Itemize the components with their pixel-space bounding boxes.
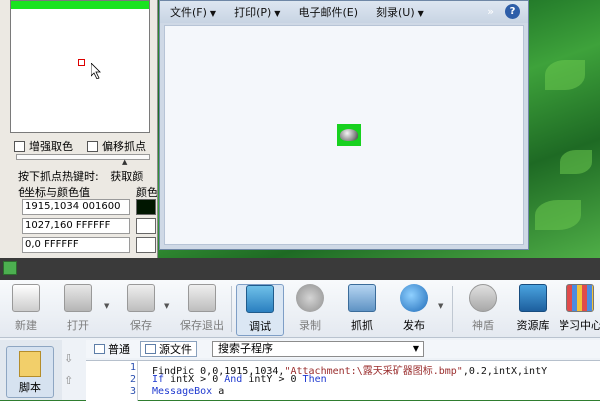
script-icon — [19, 351, 41, 377]
menu-overflow-icon[interactable]: » — [487, 5, 494, 18]
toolbar-separator — [231, 286, 232, 332]
debug-icon — [246, 285, 274, 313]
title-strip — [0, 258, 600, 280]
library-icon — [519, 284, 547, 312]
open-dropdown-icon[interactable]: ▼ — [104, 302, 109, 310]
left-sidebar: 脚本 — [0, 340, 62, 400]
color-swatch — [136, 199, 156, 215]
checkbox-box[interactable] — [14, 140, 25, 152]
move-down-icon[interactable]: ⇩ — [64, 348, 73, 370]
checkbox-box[interactable] — [87, 140, 98, 152]
code-line[interactable]: MessageBox a — [152, 386, 224, 398]
toolbar-separator — [452, 286, 453, 332]
magnified-green-strip — [11, 1, 149, 9]
image-canvas — [164, 25, 524, 245]
color-swatch — [136, 218, 156, 234]
menu-print[interactable]: 打印(P) ▼ — [234, 4, 280, 20]
chevron-down-icon[interactable]: ▼ — [413, 342, 419, 356]
publish-button[interactable]: 发布 — [396, 284, 432, 336]
learning-center-icon — [566, 284, 594, 312]
leaf-decoration — [545, 60, 585, 90]
color-swatch — [136, 237, 156, 253]
resource-library-button[interactable]: 资源库 — [512, 284, 554, 336]
learning-center-button[interactable]: 学习中心 — [560, 284, 600, 336]
grab-button[interactable]: 抓抓 — [344, 284, 380, 336]
checkbox-label: 偏移抓点 — [102, 140, 146, 153]
save-button[interactable]: 保存 — [124, 284, 158, 336]
grab-hand-icon — [348, 284, 376, 312]
save-disk-icon — [127, 284, 155, 312]
color-picker-panel: 增强取色 偏移抓点 ▲ 按下抓点热键时: 获取颜色 坐标与颜色值 颜色 1915… — [0, 0, 158, 258]
main-toolbar: 新建 打开 ▼ 保存 ▼ 保存退出 调试 录制 抓抓 发布 ▼ 神盾 资源库 学… — [0, 280, 600, 338]
mouse-cursor-icon — [91, 63, 101, 79]
save-exit-icon — [188, 284, 216, 312]
code-editor[interactable]: 1 FindPic 0,0,1915,1034,"Attachment:\露天采矿… — [86, 360, 600, 401]
code-line[interactable]: FindPic 0,0,1915,1034,"Attachment:\露天采矿器… — [152, 362, 547, 377]
source-file-icon — [145, 344, 156, 354]
menu-burn[interactable]: 刻录(U) ▼ — [376, 4, 424, 20]
subroutine-search-select[interactable]: 搜索子程序 ▼ — [212, 341, 424, 357]
enhance-color-checkbox[interactable]: 增强取色 — [14, 138, 73, 154]
app-icon[interactable] — [3, 261, 17, 275]
normal-view-icon — [94, 344, 105, 354]
menu-file[interactable]: 文件(F) ▼ — [170, 4, 216, 20]
tolerance-slider[interactable]: ▲ — [16, 154, 150, 166]
code-line[interactable]: If intX > 0 And intY > 0 Then — [152, 374, 327, 386]
editor-tabbar: 普通 源文件 搜索子程序 ▼ — [86, 340, 600, 358]
coord-value-row[interactable]: 1027,160 FFFFFF — [22, 218, 130, 234]
line-number: 3 — [129, 386, 136, 397]
checkbox-label: 增强取色 — [29, 140, 73, 153]
publish-dropdown-icon[interactable]: ▼ — [438, 302, 443, 310]
menu-email[interactable]: 电子邮件(E) — [298, 4, 358, 20]
group-legend-color: 颜色 — [136, 186, 158, 199]
magnifier-view — [10, 0, 150, 133]
coord-value-row[interactable]: 0,0 FFFFFF — [22, 237, 130, 253]
save-exit-button[interactable]: 保存退出 — [178, 284, 226, 336]
move-up-icon[interactable]: ⇧ — [64, 370, 73, 392]
script-tab-button[interactable]: 脚本 — [6, 346, 54, 398]
coord-value-row[interactable]: 1915,1034 001600 — [22, 199, 130, 215]
group-legend: 坐标与颜色值 — [24, 184, 94, 200]
leaf-decoration — [535, 200, 581, 230]
ore-miner-image — [337, 124, 361, 146]
guard-button[interactable]: 神盾 — [466, 284, 500, 336]
slider-thumb-icon[interactable]: ▲ — [122, 158, 127, 166]
leaf-decoration — [560, 150, 592, 174]
crosshair-target — [78, 59, 85, 66]
tab-normal[interactable]: 普通 — [90, 341, 134, 357]
rock-icon — [340, 129, 358, 141]
shield-icon — [469, 284, 497, 312]
debug-button[interactable]: 调试 — [236, 284, 284, 336]
open-folder-icon — [64, 284, 92, 312]
hotkey-label: 按下抓点热键时: — [18, 170, 99, 183]
line-number: 2 — [129, 374, 136, 385]
image-viewer-window: 文件(F) ▼ 打印(P) ▼ 电子邮件(E) 刻录(U) ▼ » ? — [159, 0, 529, 250]
open-button[interactable]: 打开 — [58, 284, 98, 336]
line-number: 1 — [129, 362, 136, 373]
tab-source[interactable]: 源文件 — [140, 341, 197, 357]
offset-point-checkbox[interactable]: 偏移抓点 — [87, 138, 146, 154]
coord-color-group: 坐标与颜色值 颜色 1915,1034 001600 1027,160 FFFF… — [18, 184, 158, 258]
script-editor-window: 新建 打开 ▼ 保存 ▼ 保存退出 调试 录制 抓抓 发布 ▼ 神盾 资源库 学… — [0, 280, 600, 401]
camera-icon — [296, 284, 324, 312]
globe-icon — [400, 284, 428, 312]
record-button[interactable]: 录制 — [292, 284, 328, 336]
new-document-icon — [12, 284, 40, 312]
menu-bar: 文件(F) ▼ 打印(P) ▼ 电子邮件(E) 刻录(U) ▼ — [160, 1, 528, 23]
new-button[interactable]: 新建 — [10, 284, 42, 336]
move-arrows: ⇩ ⇧ — [64, 348, 73, 392]
save-dropdown-icon[interactable]: ▼ — [164, 302, 169, 310]
help-icon[interactable]: ? — [505, 4, 520, 19]
